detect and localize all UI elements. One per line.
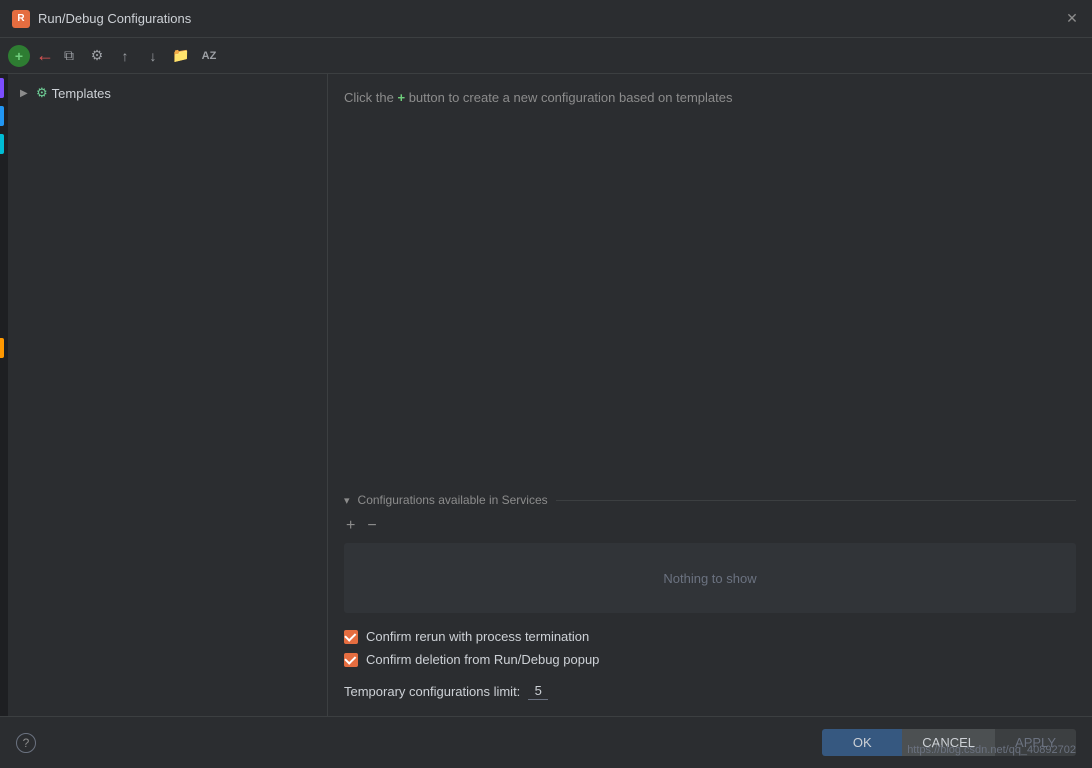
gear-toolbar-icon: ⚙ [91,47,104,64]
copy-icon: ⧉ [64,47,74,64]
title-bar-left: R Run/Debug Configurations [12,10,191,28]
settings-button[interactable]: ⚙ [84,43,110,69]
ok-button[interactable]: OK [822,729,902,756]
add-icon: + [15,48,23,64]
folder-icon: 📁 [172,47,189,64]
dialog-container: R Run/Debug Configurations ✕ + ← ⧉ ⚙ ↑ ↓… [0,0,1092,768]
checkbox-confirm-rerun[interactable]: Confirm rerun with process termination [344,629,1076,644]
main-content: ▶ ⚙ Templates Click the + button to crea… [0,74,1092,716]
info-plus-sign: + [397,90,405,105]
folder-button[interactable]: 📁 [168,43,194,69]
sidebar-indicator-teal [0,134,4,154]
copy-button[interactable]: ⧉ [56,43,82,69]
section-chevron-icon[interactable]: ▾ [344,494,350,507]
close-button[interactable]: ✕ [1064,11,1080,27]
help-button[interactable]: ? [16,733,36,753]
title-bar: R Run/Debug Configurations ✕ [0,0,1092,38]
checkbox-label-rerun: Confirm rerun with process termination [366,629,589,644]
add-config-button[interactable]: + [8,45,30,67]
sidebar-indicator-blue [0,106,4,126]
tree-expand-arrow: ▶ [20,88,32,99]
divider-line [556,500,1076,501]
bottom-left: ? [16,733,36,753]
info-text: Click the + button to create a new confi… [344,90,1076,105]
move-up-button[interactable]: ↑ [112,43,138,69]
left-panel: ▶ ⚙ Templates [8,74,328,716]
sidebar-indicators [0,74,8,716]
services-add-button[interactable]: + [344,517,357,535]
services-remove-button[interactable]: − [365,517,378,535]
app-icon: R [12,10,30,28]
sort-az-icon: AZ [202,50,217,62]
checkbox-label-deletion: Confirm deletion from Run/Debug popup [366,652,599,667]
templates-tree-item[interactable]: ▶ ⚙ Templates [8,82,327,104]
info-after: button to create a new configuration bas… [409,90,733,105]
url-hint: https://blog.csdn.net/qq_40892702 [907,744,1076,756]
templates-gear-icon: ⚙ [36,85,48,101]
services-section-header: ▾ Configurations available in Services [344,493,1076,507]
checkbox-icon-deletion [344,653,358,667]
dialog-title: Run/Debug Configurations [38,11,191,26]
arrow-down-icon: ↓ [150,48,157,64]
sidebar-indicator-orange [0,338,4,358]
spacer [344,125,1076,493]
bottom-bar: ? OK CANCEL APPLY [0,716,1092,768]
checkbox-confirm-deletion[interactable]: Confirm deletion from Run/Debug popup [344,652,1076,667]
empty-label: Nothing to show [663,571,756,586]
right-panel: Click the + button to create a new confi… [328,74,1092,716]
temp-config-row: Temporary configurations limit: 5 [344,683,1076,700]
arrow-up-icon: ↑ [122,48,129,64]
toolbar: + ← ⧉ ⚙ ↑ ↓ 📁 AZ [0,38,1092,74]
services-toolbar: + − [344,517,1076,535]
nothing-to-show: Nothing to show [344,543,1076,613]
temp-config-label: Temporary configurations limit: [344,684,520,699]
services-section-title: Configurations available in Services [358,493,548,507]
arrow-indicator: ← [36,45,54,66]
info-before: Click the [344,90,394,105]
move-down-button[interactable]: ↓ [140,43,166,69]
temp-config-value[interactable]: 5 [528,683,548,700]
templates-label: Templates [52,86,111,101]
sidebar-indicator-purple [0,78,4,98]
sort-button[interactable]: AZ [196,43,222,69]
checkbox-icon-rerun [344,630,358,644]
